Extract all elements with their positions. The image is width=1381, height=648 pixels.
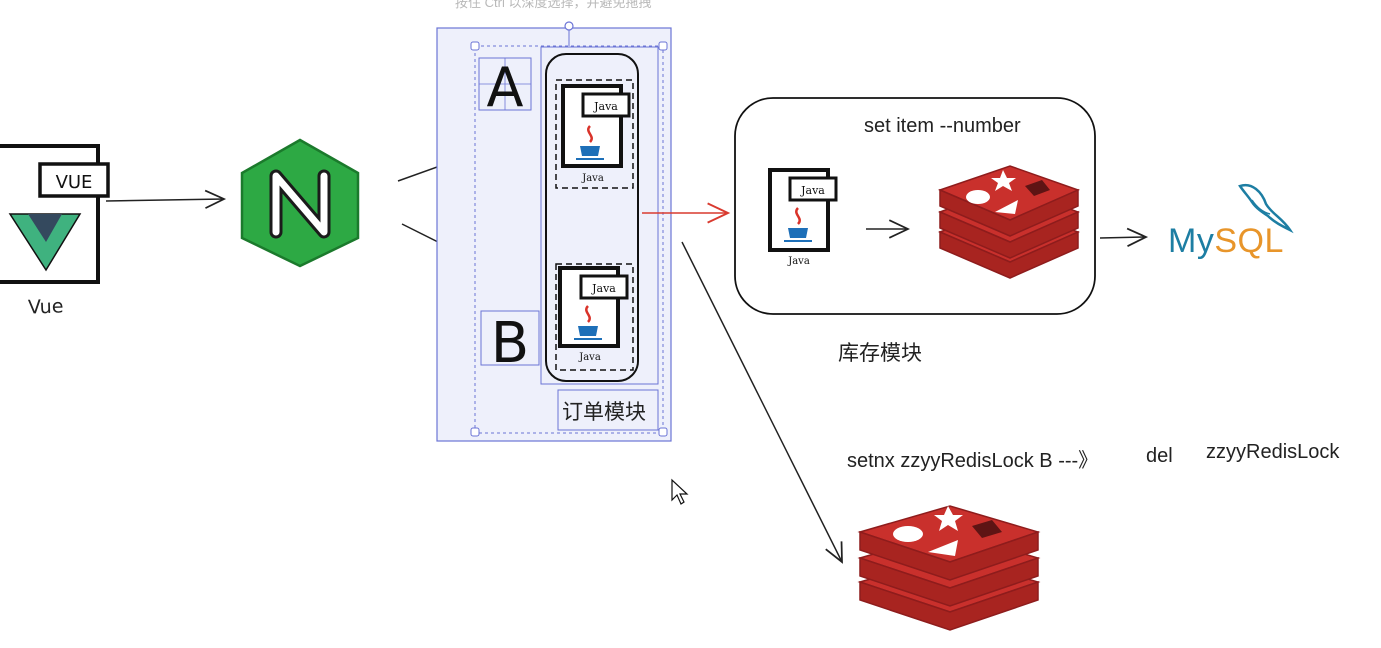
vue-caption: Vue [27,295,64,319]
java-service-inventory: Java Java [768,168,838,267]
vue-logo: VUE [0,144,110,284]
java-caption-inventory: Java [787,256,810,267]
resize-handle-bl[interactable] [470,427,480,437]
resize-handle-tr[interactable] [658,41,668,51]
arrow-order-to-redis[interactable] [681,241,843,564]
instance-b-tag: B [491,311,529,376]
order-module-label: 订单模块 [562,401,646,424]
java-tag-inventory: Java [800,184,825,197]
resize-handle-br[interactable] [658,427,668,437]
inventory-module-label: 库存模块 [838,342,922,365]
java-tag-b: Java [591,282,616,295]
redis-del-command: del [1146,445,1173,467]
resize-handle-tl[interactable] [470,41,480,51]
rotate-handle[interactable] [564,21,574,31]
vue-badge-text: VUE [56,172,93,193]
arrow-redis-to-mysql[interactable] [1099,227,1149,247]
mysql-logo-part2: SQL [1214,222,1284,260]
mysql-logo-part1: My [1168,222,1215,260]
redis-setnx-command: setnx zzyyRedisLock B ---》 [847,450,1099,472]
arrow-vue-to-nginx[interactable] [105,189,227,209]
redis-lock-key: zzyyRedisLock [1206,441,1340,463]
nginx-logo [240,138,360,268]
java-caption-a: Java [581,173,604,184]
instance-a-tag: A [487,56,524,119]
mysql-logo-text: MySQL [1168,222,1284,261]
java-caption-b: Java [578,352,601,363]
redis-lock-icon [857,505,1041,631]
diagram-canvas[interactable]: VUE A B Java Java Java Java Java Java [0,0,1381,648]
java-tag-a: Java [593,100,618,113]
mouse-cursor-icon [671,478,689,505]
redis-icon [937,165,1081,279]
inventory-command: set item --number [864,115,1021,137]
canvas-hint: 按住 Ctrl 以深度选择，并避免拖拽 [455,0,652,10]
